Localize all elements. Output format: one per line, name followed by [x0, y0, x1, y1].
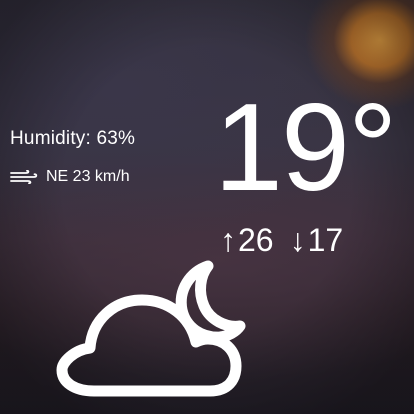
low-temperature: ↓17 — [290, 222, 344, 259]
cloud-moon-icon — [40, 250, 260, 414]
low-temperature-value: 17 — [307, 222, 344, 258]
current-temperature: 19° — [214, 79, 398, 217]
down-arrow-icon: ↓ — [289, 222, 306, 258]
weather-screen: Humidity: 63% NE 23 km/h 19° ↑26 ↓17 — [0, 0, 414, 414]
wind-text: NE 23 km/h — [46, 168, 130, 185]
wind-info: NE 23 km/h — [10, 168, 130, 186]
humidity-label: Humidity: 63% — [10, 128, 136, 149]
wind-icon — [10, 170, 38, 184]
